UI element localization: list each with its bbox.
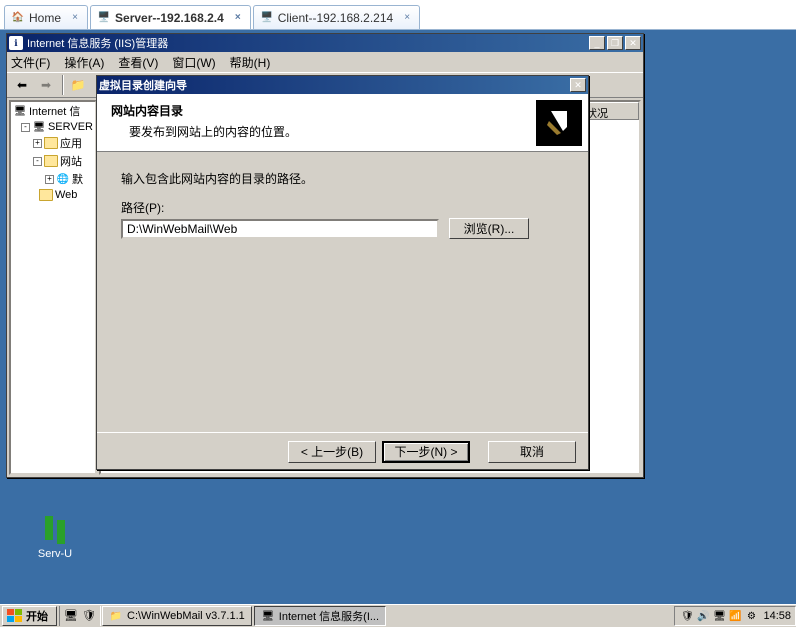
taskbar-item-label: C:\WinWebMail v3.7.1.1: [127, 610, 245, 622]
start-label: 开始: [26, 608, 48, 624]
wizard-header-icon: [536, 100, 582, 146]
taskbar-item-label: Internet 信息服务(I...: [279, 608, 379, 624]
tree-label: 应用: [60, 135, 82, 151]
iis-icon: ℹ: [9, 36, 23, 50]
computer-icon: 🖥️: [97, 11, 111, 25]
back-button[interactable]: ⬅: [11, 74, 33, 96]
tree-label: Web: [55, 189, 77, 201]
expand-icon[interactable]: +: [45, 175, 54, 184]
browser-tab-strip: 🏠 Home × 🖥️ Server--192.168.2.4 × 🖥️ Cli…: [0, 0, 796, 30]
tree-server[interactable]: -🖥SERVER: [11, 120, 95, 134]
path-label: 路径(P):: [121, 199, 564, 216]
tab-label: Server--192.168.2.4: [115, 11, 224, 25]
tab-home[interactable]: 🏠 Home ×: [4, 5, 88, 29]
next-button[interactable]: 下一步(N) >: [382, 441, 470, 463]
menu-window[interactable]: 窗口(W): [172, 54, 215, 71]
menu-file[interactable]: 文件(F): [11, 54, 50, 71]
system-tray: 🛡 🔊 🖥 📶 ⚙ 14:58: [674, 606, 796, 626]
desktop-icon-label: Serv-U: [30, 548, 80, 560]
close-button[interactable]: ✕: [570, 78, 586, 92]
close-icon[interactable]: ×: [401, 12, 413, 24]
iis-icon: 🖥: [261, 609, 275, 623]
tray-icon[interactable]: 🛡: [680, 609, 694, 623]
forward-button[interactable]: ➡: [35, 74, 57, 96]
quick-launch: 🖥 🛡: [59, 606, 101, 626]
path-input[interactable]: [121, 219, 439, 239]
minimize-button[interactable]: _: [589, 36, 605, 50]
close-icon[interactable]: ×: [69, 12, 81, 24]
window-title: Internet 信息服务 (IIS)管理器: [27, 35, 587, 51]
servu-icon: [39, 514, 71, 546]
tab-client[interactable]: 🖥️ Client--192.168.2.214 ×: [253, 5, 420, 29]
close-icon[interactable]: ×: [232, 12, 244, 24]
tree-sites[interactable]: - 网站: [11, 152, 95, 170]
back-button[interactable]: < 上一步(B): [288, 441, 376, 463]
tree-pane[interactable]: 🖥Internet 信 -🖥SERVER +应用 -网站 +🌐默 Web: [9, 100, 97, 475]
menu-help[interactable]: 帮助(H): [230, 54, 271, 71]
computer-icon: 🖥️: [260, 11, 274, 25]
show-desktop-icon[interactable]: 🖥: [62, 606, 80, 624]
tree-label: SERVER: [48, 121, 93, 133]
clock[interactable]: 14:58: [763, 610, 791, 622]
wizard-heading: 网站内容目录: [111, 102, 574, 119]
tree-label: Internet 信: [29, 103, 80, 119]
menu-bar: 文件(F) 操作(A) 查看(V) 窗口(W) 帮助(H): [7, 52, 643, 72]
expand-icon[interactable]: +: [33, 139, 42, 148]
folder-icon: 📁: [109, 609, 123, 623]
server-icon: 🖥: [13, 105, 27, 117]
remote-desktop: ℹ Internet 信息服务 (IIS)管理器 _ ❐ ✕ 文件(F) 操作(…: [0, 30, 796, 604]
restore-button[interactable]: ❐: [607, 36, 623, 50]
windows-flag-icon: [7, 609, 23, 623]
folder-icon: [39, 189, 53, 201]
tray-icon[interactable]: 🔊: [696, 609, 710, 623]
collapse-icon[interactable]: -: [33, 157, 42, 166]
tab-server[interactable]: 🖥️ Server--192.168.2.4 ×: [90, 5, 251, 29]
virtual-directory-wizard: 虚拟目录创建向导 ✕ 网站内容目录 要发布到网站上的内容的位置。 输入包含此网站…: [96, 75, 589, 470]
taskbar: 开始 🖥 🛡 📁 C:\WinWebMail v3.7.1.1 🖥 Intern…: [0, 604, 796, 627]
tab-label: Home: [29, 11, 61, 25]
wizard-body: 输入包含此网站内容的目录的路径。 路径(P): 浏览(R)...: [97, 152, 588, 432]
taskbar-item-iis[interactable]: 🖥 Internet 信息服务(I...: [254, 606, 386, 626]
tab-label: Client--192.168.2.214: [278, 11, 393, 25]
wizard-button-row: < 上一步(B) 下一步(N) > 取消: [97, 432, 588, 470]
menu-view[interactable]: 查看(V): [118, 54, 158, 71]
home-icon: 🏠: [11, 11, 25, 25]
cancel-button[interactable]: 取消: [488, 441, 576, 463]
start-button[interactable]: 开始: [2, 606, 57, 626]
iis-titlebar: ℹ Internet 信息服务 (IIS)管理器 _ ❐ ✕: [7, 34, 643, 52]
wizard-subheading: 要发布到网站上的内容的位置。: [129, 123, 574, 140]
wizard-titlebar: 虚拟目录创建向导 ✕: [97, 76, 588, 94]
tree-label: 网站: [60, 153, 82, 169]
tray-icon[interactable]: 📶: [728, 609, 742, 623]
computer-icon: 🖥: [32, 121, 46, 133]
folder-icon: [44, 155, 58, 167]
taskbar-item-explorer[interactable]: 📁 C:\WinWebMail v3.7.1.1: [102, 606, 252, 626]
globe-icon: 🌐: [56, 173, 70, 185]
folder-icon: [44, 137, 58, 149]
dialog-title: 虚拟目录创建向导: [99, 77, 568, 93]
tree-label: 默: [72, 171, 83, 187]
menu-action[interactable]: 操作(A): [64, 54, 104, 71]
tray-icon[interactable]: 🖥: [712, 609, 726, 623]
collapse-icon[interactable]: -: [21, 123, 30, 132]
browse-button[interactable]: 浏览(R)...: [449, 218, 529, 239]
tree-root[interactable]: 🖥Internet 信: [11, 102, 95, 120]
desktop-icon-servu[interactable]: Serv-U: [30, 514, 80, 560]
tree-app-pools[interactable]: + 应用: [11, 134, 95, 152]
wizard-prompt: 输入包含此网站内容的目录的路径。: [121, 170, 564, 187]
security-icon[interactable]: 🛡: [80, 606, 98, 624]
wizard-header: 网站内容目录 要发布到网站上的内容的位置。: [97, 94, 588, 152]
up-button[interactable]: 📁: [67, 74, 89, 96]
tree-default-site[interactable]: +🌐默: [11, 170, 95, 188]
tray-icon[interactable]: ⚙: [744, 609, 758, 623]
tree-web-ext[interactable]: Web: [11, 188, 95, 202]
close-button[interactable]: ✕: [625, 36, 641, 50]
